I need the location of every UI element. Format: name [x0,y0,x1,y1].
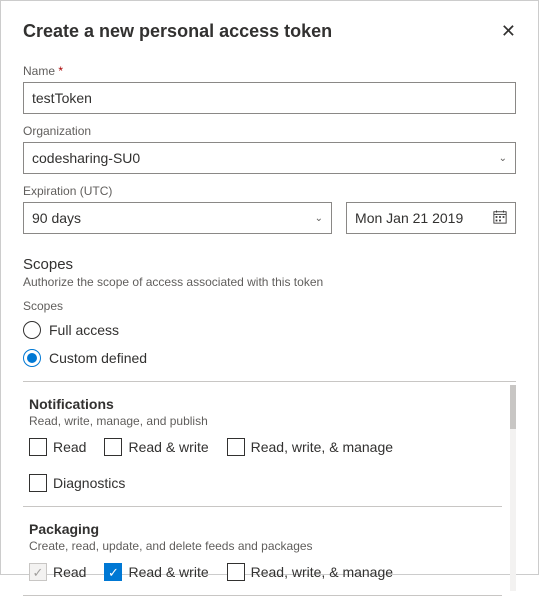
expiration-label: Expiration (UTC) [23,184,516,198]
scope-group-packaging-desc: Create, read, update, and delete feeds a… [29,539,502,553]
checkbox-label: Read & write [128,439,208,455]
checkbox-unchecked-icon [227,563,245,581]
checkbox-notifications-diagnostics[interactable]: Diagnostics [29,474,125,492]
calendar-icon [493,210,507,227]
checkbox-unchecked-icon [29,474,47,492]
radio-full-access-label: Full access [49,322,119,338]
checkbox-packaging-rw[interactable]: ✓ Read & write [104,563,208,581]
checkbox-packaging-read[interactable]: ✓ Read [29,563,86,581]
radio-custom-defined[interactable]: Custom defined [23,349,516,367]
radio-custom-defined-label: Custom defined [49,350,147,366]
scopes-subtitle: Authorize the scope of access associated… [23,275,516,289]
close-icon[interactable]: ✕ [501,21,516,42]
checkbox-disabled-checked-icon: ✓ [29,563,47,581]
organization-select[interactable]: codesharing-SU0 ⌄ [23,142,516,174]
checkbox-packaging-rwm[interactable]: Read, write, & manage [227,563,393,581]
expiration-date-value: Mon Jan 21 2019 [355,210,463,226]
checkbox-label: Read [53,564,86,580]
checkbox-label: Diagnostics [53,475,125,491]
scope-group-notifications-title: Notifications [29,396,502,412]
checkbox-label: Read [53,439,86,455]
scope-group-packaging-title: Packaging [29,521,502,537]
checkbox-label: Read, write, & manage [251,564,393,580]
scopes-title: Scopes [23,256,516,273]
checkbox-unchecked-icon [29,438,47,456]
radio-unchecked-icon [23,321,41,339]
chevron-down-icon: ⌄ [315,213,323,224]
scope-group-notifications-desc: Read, write, manage, and publish [29,414,502,428]
name-input[interactable] [23,82,516,114]
radio-checked-icon [23,349,41,367]
checkbox-unchecked-icon [104,438,122,456]
checkbox-notifications-rw[interactable]: Read & write [104,438,208,456]
checkbox-unchecked-icon [227,438,245,456]
checkbox-label: Read & write [128,564,208,580]
expiration-duration-select[interactable]: 90 days ⌄ [23,202,332,234]
scrollbar[interactable] [510,385,516,591]
scopes-label: Scopes [23,299,516,313]
page-title: Create a new personal access token [23,21,332,42]
organization-label: Organization [23,124,516,138]
checkbox-notifications-rwm[interactable]: Read, write, & manage [227,438,393,456]
expiration-date-picker[interactable]: Mon Jan 21 2019 [346,202,516,234]
name-label: Name [23,64,516,78]
checkbox-label: Read, write, & manage [251,439,393,455]
checkbox-checked-icon: ✓ [104,563,122,581]
chevron-down-icon: ⌄ [499,153,507,164]
organization-value: codesharing-SU0 [32,150,140,166]
radio-full-access[interactable]: Full access [23,321,516,339]
expiration-duration-value: 90 days [32,210,81,226]
checkbox-notifications-read[interactable]: Read [29,438,86,456]
